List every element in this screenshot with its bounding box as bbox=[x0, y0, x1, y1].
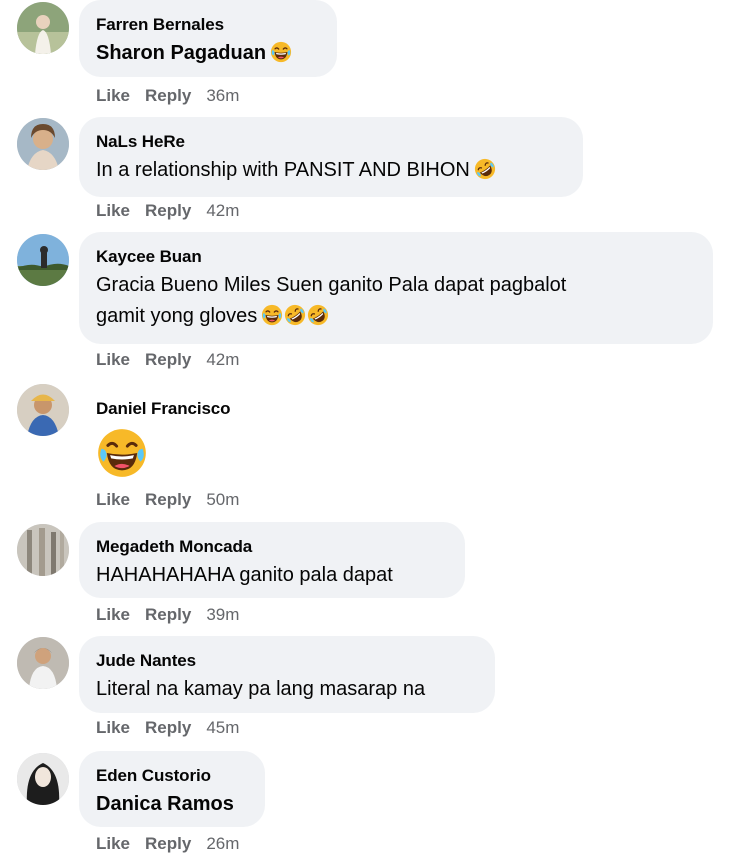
comment-timestamp[interactable]: 26m bbox=[206, 834, 239, 853]
comment-bubble: Megadeth Moncada HAHAHAHAHA ganito pala … bbox=[79, 522, 465, 598]
like-button[interactable]: Like bbox=[96, 490, 130, 509]
comment-bubble: Farren Bernales Sharon Pagaduan bbox=[79, 0, 337, 77]
comment-author[interactable]: Megadeth Moncada bbox=[96, 536, 447, 557]
comment-author[interactable]: Jude Nantes bbox=[96, 650, 477, 671]
avatar[interactable] bbox=[17, 753, 69, 805]
tagged-name[interactable]: Sharon Pagaduan bbox=[96, 42, 266, 64]
reply-button[interactable]: Reply bbox=[145, 718, 191, 737]
laughing-tears-icon bbox=[270, 41, 292, 63]
comment-actions: Like Reply 39m bbox=[96, 605, 254, 625]
like-button[interactable]: Like bbox=[96, 350, 130, 369]
comment-actions: Like Reply 45m bbox=[96, 718, 254, 738]
reply-button[interactable]: Reply bbox=[145, 201, 191, 220]
comment-timestamp[interactable]: 39m bbox=[206, 605, 239, 624]
reply-button[interactable]: Reply bbox=[145, 350, 191, 369]
profile-photo-icon bbox=[17, 524, 69, 576]
comment-actions: Like Reply 26m bbox=[96, 834, 254, 854]
comment-text: HAHAHAHAHA ganito pala dapat bbox=[96, 564, 393, 586]
comment-body-line: Gracia Bueno Miles Suen ganito Pala dapa… bbox=[96, 274, 567, 296]
rofl-icon bbox=[284, 304, 307, 326]
comment-timestamp[interactable]: 45m bbox=[206, 718, 239, 737]
laughing-tears-icon bbox=[96, 427, 148, 479]
comment-author[interactable]: Farren Bernales bbox=[96, 14, 319, 35]
comment-text: Gracia Bueno Miles Suen ganito Pala dapa… bbox=[96, 270, 695, 331]
avatar[interactable] bbox=[17, 2, 69, 54]
profile-photo-icon bbox=[17, 637, 69, 689]
reply-button[interactable]: Reply bbox=[145, 834, 191, 853]
comment-author[interactable]: Kaycee Buan bbox=[96, 246, 695, 267]
comment-actions: Like Reply 50m bbox=[96, 490, 254, 510]
comment-bubble: Jude Nantes Literal na kamay pa lang mas… bbox=[79, 636, 495, 713]
like-button[interactable]: Like bbox=[96, 201, 130, 220]
tagged-name[interactable]: Danica Ramos bbox=[96, 789, 247, 819]
comment-body: gamit yong gloves bbox=[96, 305, 258, 327]
reply-button[interactable]: Reply bbox=[145, 605, 191, 624]
comment-timestamp[interactable]: 36m bbox=[206, 86, 239, 105]
comment-actions: Like Reply 42m bbox=[96, 201, 254, 221]
like-button[interactable]: Like bbox=[96, 605, 130, 624]
rofl-icon bbox=[307, 304, 330, 326]
laughing-tears-icon bbox=[261, 304, 283, 326]
avatar[interactable] bbox=[17, 524, 69, 576]
comment-author[interactable]: Daniel Francisco bbox=[96, 398, 231, 419]
comment-text: Literal na kamay pa lang masarap na bbox=[96, 678, 426, 700]
profile-photo-icon bbox=[17, 384, 69, 436]
comment-timestamp[interactable]: 42m bbox=[206, 201, 239, 220]
profile-photo-icon bbox=[17, 234, 69, 286]
comment-bubble: NaLs HeRe In a relationship with PANSIT … bbox=[79, 117, 583, 197]
rofl-icon bbox=[473, 158, 496, 180]
avatar[interactable] bbox=[17, 384, 69, 436]
profile-photo-icon bbox=[17, 2, 69, 54]
comment-author[interactable]: Eden Custorio bbox=[96, 765, 247, 786]
avatar[interactable] bbox=[17, 637, 69, 689]
like-button[interactable]: Like bbox=[96, 86, 130, 105]
comment-author[interactable]: NaLs HeRe bbox=[96, 131, 565, 152]
comment-actions: Like Reply 42m bbox=[96, 350, 254, 370]
profile-photo-icon bbox=[17, 753, 69, 805]
comment-text: Sharon Pagaduan bbox=[96, 38, 319, 68]
comment-body: In a relationship with PANSIT AND BIHON bbox=[96, 159, 470, 181]
reply-button[interactable]: Reply bbox=[145, 86, 191, 105]
comment-body-line: gamit yong gloves bbox=[96, 301, 695, 331]
comment-text: In a relationship with PANSIT AND BIHON bbox=[96, 155, 565, 185]
profile-photo-icon bbox=[17, 118, 69, 170]
reply-button[interactable]: Reply bbox=[145, 490, 191, 509]
comment-bubble: Eden Custorio Danica Ramos bbox=[79, 751, 265, 827]
comment-timestamp[interactable]: 50m bbox=[206, 490, 239, 509]
avatar[interactable] bbox=[17, 118, 69, 170]
like-button[interactable]: Like bbox=[96, 718, 130, 737]
comment-body: Daniel Francisco bbox=[96, 398, 231, 479]
avatar[interactable] bbox=[17, 234, 69, 286]
comment-timestamp[interactable]: 42m bbox=[206, 350, 239, 369]
like-button[interactable]: Like bbox=[96, 834, 130, 853]
comment-bubble: Kaycee Buan Gracia Bueno Miles Suen gani… bbox=[79, 232, 713, 344]
comment-actions: Like Reply 36m bbox=[96, 86, 254, 106]
